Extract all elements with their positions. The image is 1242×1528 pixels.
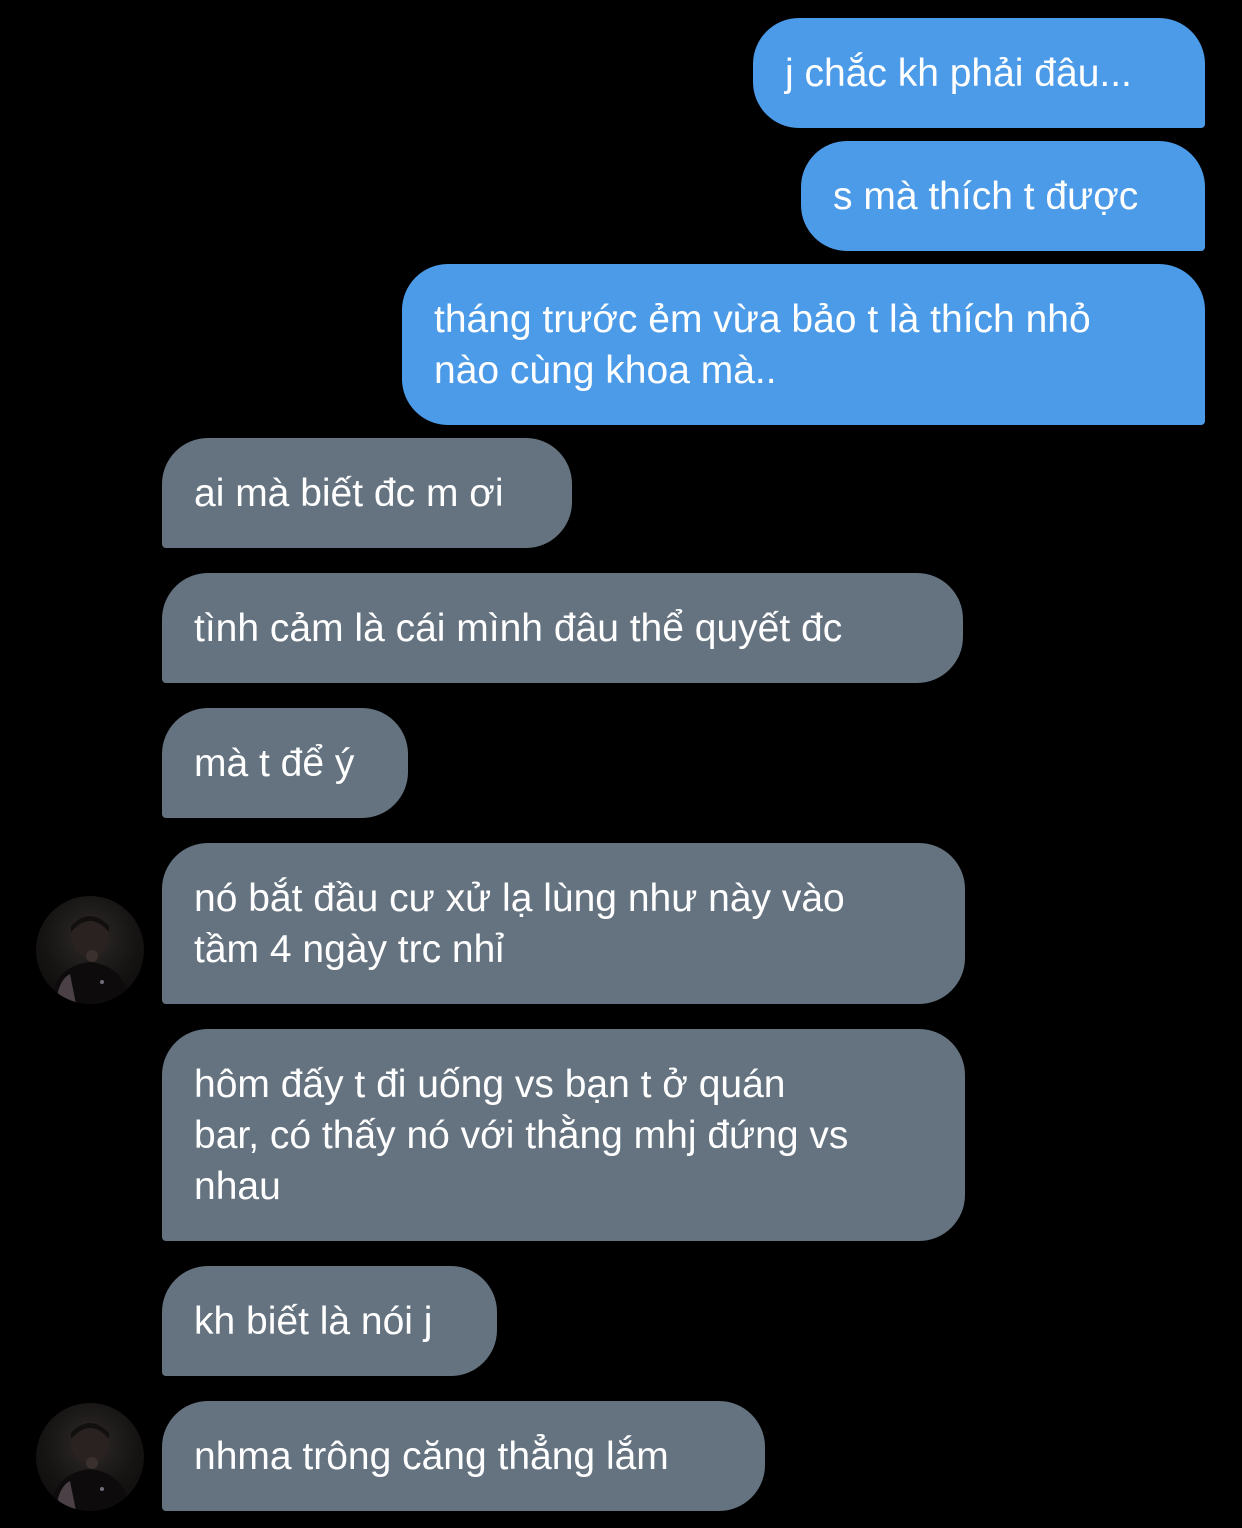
message-bubble-sent[interactable]: s mà thích t được xyxy=(801,141,1205,251)
person-photo-icon xyxy=(50,1422,130,1511)
message-bubble-received[interactable]: nó bắt đầu cư xử lạ lùng như này vào tầm… xyxy=(162,843,965,1004)
message-bubble-received[interactable]: mà t để ý xyxy=(162,708,408,818)
message-bubble-received[interactable]: kh biết là nói j xyxy=(162,1266,497,1376)
person-photo-icon xyxy=(50,915,130,1004)
contact-avatar[interactable] xyxy=(36,1403,144,1511)
contact-avatar[interactable] xyxy=(36,896,144,1004)
chat-thread: j chắc kh phải đâu... s mà thích t được … xyxy=(0,0,1242,1528)
message-bubble-received[interactable]: nhma trông căng thẳng lắm xyxy=(162,1401,765,1511)
message-bubble-received[interactable]: tình cảm là cái mình đâu thể quyết đc xyxy=(162,573,963,683)
message-bubble-sent[interactable]: j chắc kh phải đâu... xyxy=(753,18,1205,128)
message-bubble-received[interactable]: hôm đấy t đi uống vs bạn t ở quán bar, c… xyxy=(162,1029,965,1241)
message-bubble-sent[interactable]: tháng trước ẻm vừa bảo t là thích nhỏ nà… xyxy=(402,264,1205,425)
message-bubble-received[interactable]: ai mà biết đc m ơi xyxy=(162,438,572,548)
